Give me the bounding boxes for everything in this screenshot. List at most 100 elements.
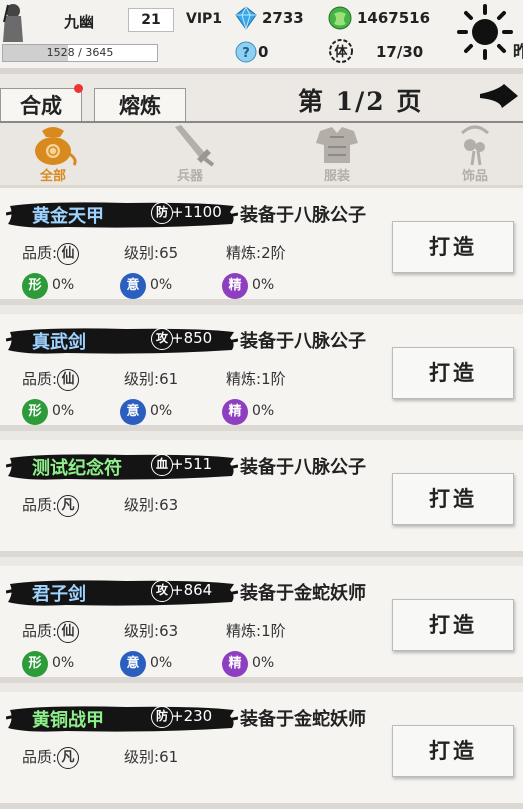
sun-icon[interactable] [457, 4, 513, 60]
refine-value: 2阶 [261, 244, 286, 262]
svg-text:?: ? [242, 46, 250, 61]
gem-value: 0% [52, 277, 75, 293]
sword-icon [175, 125, 215, 167]
stat-type-icon: 防 [151, 706, 173, 728]
item-name[interactable]: 黄金天甲 [32, 202, 104, 228]
gem-slot-icon: 意 [120, 273, 146, 299]
refine-label: 精炼: [226, 622, 262, 640]
item-name[interactable]: 真武剑 [32, 328, 86, 354]
bag-icon [35, 127, 77, 166]
diamond-count: 2733 [262, 9, 304, 27]
item-name[interactable]: 君子剑 [32, 580, 86, 606]
level-value: 63 [159, 496, 179, 514]
category-all[interactable]: 全部 [18, 123, 88, 184]
level-label: 级别: [124, 748, 160, 766]
svg-text:体: 体 [334, 44, 348, 60]
jade-icon [328, 6, 352, 30]
vip-badge[interactable]: VIP1 [186, 11, 222, 27]
stat-value: +864 [171, 581, 213, 599]
level-info: 级别:65 [124, 242, 178, 263]
level-label: 级别: [124, 622, 160, 640]
gem-slot-icon: 精 [222, 399, 248, 425]
level-label: 级别: [124, 496, 160, 514]
forge-button[interactable]: 打造 [392, 347, 514, 399]
level-value: 61 [159, 370, 179, 388]
item-name[interactable]: 黄铜战甲 [32, 706, 104, 732]
quality-info: 品质: 仙 [22, 620, 80, 643]
refine-info: 精炼:1阶 [226, 368, 286, 389]
time-label-cut: 昨 [513, 42, 523, 61]
forge-button[interactable]: 打造 [392, 725, 514, 777]
level-value: 63 [159, 622, 179, 640]
equipped-by: 装备于金蛇妖师 [240, 709, 366, 730]
gem-slot-icon: 精 [222, 651, 248, 677]
notification-dot [74, 84, 83, 93]
quality-label: 品质: [22, 370, 58, 388]
avatar[interactable] [2, 2, 24, 42]
equipped-by: 装备于八脉公子 [240, 205, 366, 226]
category-armor[interactable]: 服装 [302, 123, 372, 184]
gem-slot-icon: 精 [222, 273, 248, 299]
gem-value: 0% [52, 403, 75, 419]
tab-synthesis-label: 合成 [20, 93, 62, 118]
page-indicator: 第 1/2 页 [298, 87, 424, 116]
item-card: 黄铜战甲 防 +230 装备于金蛇妖师 品质: 凡 级别:61 打造 [0, 692, 523, 809]
forge-button[interactable]: 打造 [392, 221, 514, 273]
level-info: 级别:63 [124, 494, 178, 515]
stat-type-icon: 攻 [151, 580, 173, 602]
tab-smelting-label: 熔炼 [119, 93, 161, 118]
pendant-icon [460, 125, 490, 166]
gem-slot-icon: 意 [120, 399, 146, 425]
equipped-by: 装备于金蛇妖师 [240, 583, 366, 604]
level-value: 65 [159, 244, 179, 262]
level-value: 61 [159, 748, 179, 766]
refine-label: 精炼: [226, 370, 262, 388]
category-accessories[interactable]: 饰品 [440, 123, 510, 184]
category-bar: 全部 兵器 服装 饰品 [0, 123, 523, 185]
armor-icon [316, 127, 358, 163]
refine-info: 精炼:1阶 [226, 620, 286, 641]
refine-info: 精炼:2阶 [226, 242, 286, 263]
token-icon: ? [235, 41, 257, 63]
stat-value: +850 [171, 329, 213, 347]
item-card: 真武剑 攻 +850 装备于八脉公子 品质: 仙 级别:61 精炼:1阶 形 0%… [0, 314, 523, 431]
gem-value: 0% [52, 655, 75, 671]
item-card: 君子剑 攻 +864 装备于金蛇妖师 品质: 仙 级别:63 精炼:1阶 形 0%… [0, 566, 523, 683]
exp-text: 1528 / 3645 [46, 46, 114, 59]
level-label: 级别: [124, 244, 160, 262]
stat-value: +511 [171, 455, 213, 473]
gem-value: 0% [150, 277, 173, 293]
quality-info: 品质: 凡 [22, 746, 80, 769]
item-name[interactable]: 测试纪念符 [32, 454, 122, 480]
quality-badge: 仙 [57, 368, 80, 391]
category-all-label: 全部 [39, 169, 66, 184]
gem-value: 0% [252, 277, 275, 293]
quality-info: 品质: 仙 [22, 368, 80, 391]
refine-value: 1阶 [261, 622, 286, 640]
gem-slot-icon: 形 [22, 651, 48, 677]
next-page-arrow-icon[interactable] [478, 80, 520, 112]
tab-synthesis[interactable]: 合成 [0, 88, 82, 123]
gem-value: 0% [150, 403, 173, 419]
quality-badge: 仙 [57, 242, 80, 265]
stat-type-icon: 血 [151, 454, 173, 476]
quality-badge: 凡 [57, 494, 80, 517]
tab-smelting[interactable]: 熔炼 [94, 88, 186, 123]
item-card: 黄金天甲 防 +1100 装备于八脉公子 品质: 仙 级别:65 精炼:2阶 形 … [0, 188, 523, 305]
level-info: 级别:63 [124, 620, 178, 641]
level-info: 级别:61 [124, 368, 178, 389]
player-name: 九幽 [64, 13, 95, 31]
token-count: 0 [258, 43, 269, 61]
stat-value: +1100 [171, 203, 222, 221]
gem-slot-icon: 意 [120, 651, 146, 677]
gem-value: 0% [150, 655, 173, 671]
quality-label: 品质: [22, 748, 58, 766]
stamina-value: 17/30 [376, 43, 424, 61]
forge-button[interactable]: 打造 [392, 473, 514, 525]
category-accessories-label: 饰品 [461, 169, 488, 184]
refine-value: 1阶 [261, 370, 286, 388]
category-weapons[interactable]: 兵器 [155, 123, 225, 184]
tabs-row: 合成 熔炼 第 1/2 页 [0, 74, 523, 123]
category-armor-label: 服装 [323, 169, 350, 184]
forge-button[interactable]: 打造 [392, 599, 514, 651]
